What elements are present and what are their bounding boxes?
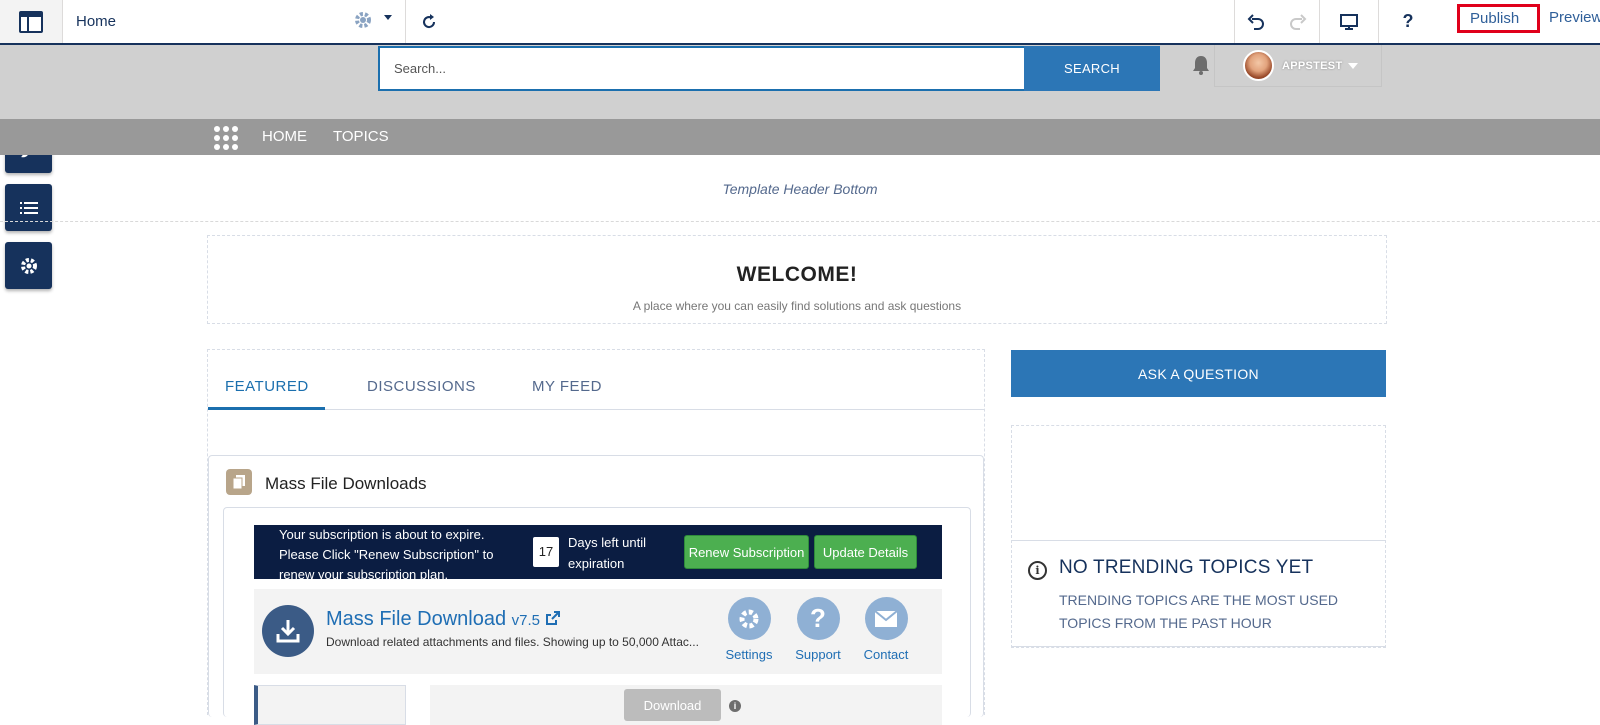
- refresh-button[interactable]: [406, 0, 451, 43]
- notifications-bell-icon[interactable]: [1190, 54, 1212, 76]
- app-description: Download related attachments and files. …: [326, 635, 699, 649]
- card-title: Mass File Downloads: [265, 474, 427, 493]
- envelope-icon: [864, 597, 908, 640]
- desktop-icon: [1340, 13, 1358, 30]
- trending-title: NO TRENDING TOPICS YET: [1059, 557, 1314, 578]
- gear-icon: [727, 597, 771, 640]
- app-version: v7.5: [511, 612, 540, 629]
- support-action[interactable]: ? Support: [788, 597, 848, 662]
- help-button[interactable]: ?: [1379, 0, 1437, 43]
- external-link-icon: [545, 611, 560, 625]
- welcome-subtitle: A place where you can easily find soluti…: [632, 299, 962, 313]
- renew-subscription-button[interactable]: Renew Subscription: [684, 535, 809, 569]
- undo-button[interactable]: [1235, 0, 1277, 43]
- mfd-component: Your subscription is about to expire. Pl…: [223, 507, 971, 725]
- username: APPSTEST: [1282, 59, 1343, 72]
- app-name: Mass File Download: [326, 608, 507, 630]
- trending-description: TRENDING TOPICS ARE THE MOST USED TOPICS…: [1059, 592, 1339, 631]
- layout-icon: [19, 10, 43, 33]
- contact-label: Contact: [863, 647, 909, 662]
- welcome-title: WELCOME!: [736, 263, 858, 286]
- tab-discussions[interactable]: DISCUSSIONS: [367, 378, 476, 395]
- download-button[interactable]: Download: [624, 689, 721, 721]
- history-group: [1234, 0, 1319, 43]
- app-header: Mass File Download v7.5 Download related…: [254, 589, 942, 674]
- gear-icon: [20, 257, 37, 274]
- tab-featured[interactable]: FEATURED: [225, 378, 309, 395]
- avatar: [1243, 50, 1274, 81]
- navigation-menu: HOME TOPICS: [0, 119, 1600, 155]
- page-name: Home: [76, 13, 117, 30]
- info-icon[interactable]: i: [729, 700, 741, 712]
- files-icon: [226, 469, 252, 495]
- nav-item-home[interactable]: HOME: [262, 128, 307, 145]
- download-toolbar: Download i: [430, 685, 942, 725]
- active-tab-indicator: [208, 407, 325, 410]
- settings-label: Settings: [725, 647, 773, 662]
- user-profile-menu[interactable]: APPSTEST: [1214, 45, 1382, 87]
- subscription-message: Your subscription is about to expire. Pl…: [279, 527, 494, 579]
- download-icon: [262, 605, 314, 657]
- mass-file-downloads-card: Mass File Downloads Your subscription is…: [208, 455, 984, 725]
- tab-my-feed[interactable]: MY FEED: [532, 378, 602, 395]
- community-header: Search... SEARCH APPSTEST: [0, 45, 1600, 119]
- refresh-icon: [422, 13, 435, 28]
- app-switcher-button[interactable]: [0, 0, 63, 43]
- settings-button[interactable]: [5, 242, 52, 289]
- publish-button[interactable]: Publish: [1457, 4, 1540, 33]
- settings-action[interactable]: Settings: [719, 597, 779, 662]
- question-icon: ?: [1402, 11, 1414, 31]
- device-group: [1319, 0, 1378, 43]
- chevron-down-icon: [1348, 62, 1359, 69]
- ask-question-button[interactable]: ASK A QUESTION: [1011, 350, 1386, 397]
- subscription-banner: Your subscription is about to expire. Pl…: [254, 525, 942, 579]
- search-button[interactable]: SEARCH: [1024, 46, 1160, 91]
- days-left-count: 17: [533, 537, 559, 567]
- preview-button[interactable]: Preview: [1549, 9, 1600, 26]
- undo-icon: [1247, 13, 1264, 30]
- device-preview-button[interactable]: [1320, 0, 1378, 43]
- info-icon: i: [1028, 561, 1047, 580]
- support-label: Support: [795, 647, 841, 662]
- chevron-down-icon[interactable]: [383, 12, 393, 22]
- days-left-label: Days left until expiration: [568, 535, 647, 571]
- redo-icon: [1290, 13, 1307, 30]
- trending-topics-card: i NO TRENDING TOPICS YET TRENDING TOPICS…: [1012, 540, 1385, 647]
- trending-topics-region: i NO TRENDING TOPICS YET TRENDING TOPICS…: [1011, 425, 1386, 648]
- page-settings-icon[interactable]: [353, 10, 373, 30]
- builder-toolbar: Home ? Publish Preview: [0, 0, 1600, 45]
- app-title-link[interactable]: Mass File Download v7.5: [326, 608, 560, 631]
- nav-item-topics[interactable]: TOPICS: [333, 128, 389, 145]
- feed-tabs-panel: FEATURED DISCUSSIONS MY FEED Mass File D…: [207, 349, 985, 725]
- redo-button[interactable]: [1277, 0, 1319, 43]
- update-details-button[interactable]: Update Details: [814, 535, 917, 569]
- object-selector-panel[interactable]: [254, 685, 406, 725]
- search-input[interactable]: Search...: [378, 46, 1025, 91]
- welcome-banner[interactable]: WELCOME! A place where you can easily fi…: [207, 235, 1387, 324]
- template-header-bottom: Template Header Bottom: [0, 155, 1600, 222]
- app-launcher-icon[interactable]: [214, 126, 238, 150]
- question-icon: ?: [796, 597, 840, 640]
- tab-bar: FEATURED DISCUSSIONS MY FEED: [208, 350, 984, 410]
- contact-action[interactable]: Contact: [856, 597, 916, 662]
- page-selector[interactable]: Home: [63, 0, 406, 43]
